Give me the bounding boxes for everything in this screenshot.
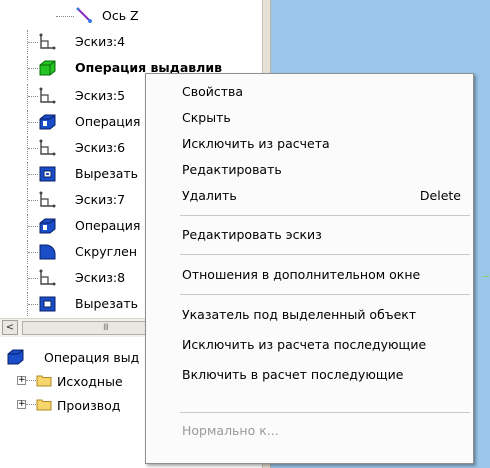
menu-item-exclude[interactable]: Исключить из расчета (146, 131, 473, 155)
tree-item-label: Эскиз:7 (75, 192, 126, 207)
tree-item-label: Эскиз:6 (75, 140, 126, 155)
extrude-operation-icon (39, 114, 56, 130)
sketch-icon (39, 191, 56, 208)
context-menu: Свойства Скрыть Исключить из расчета Ред… (145, 73, 474, 464)
tree-item-sketch-4[interactable]: Эскиз:4 (0, 30, 262, 54)
axis-z-icon (76, 7, 92, 23)
menu-separator (180, 254, 470, 255)
menu-item-label: Скрыть (182, 110, 231, 125)
tree-item-label: Вырезать (75, 296, 139, 311)
menu-item-hide[interactable]: Скрыть (146, 105, 473, 129)
fillet-icon (39, 244, 56, 260)
menu-item-edit-sketch[interactable]: Редактировать эскиз (146, 222, 473, 246)
scroll-thumb[interactable]: III (22, 321, 148, 335)
menu-item-label: Свойства (182, 84, 244, 99)
sketch-icon (39, 33, 56, 50)
cut-operation-icon (39, 166, 56, 182)
folder-label: Исходные (57, 374, 123, 389)
tree-item-label: Вырезать (75, 166, 139, 181)
tree-item-label: Эскиз:5 (75, 88, 126, 103)
menu-item-normal-to[interactable]: Нормально к... (146, 418, 473, 442)
tree-item-label: Операция (75, 218, 141, 233)
menu-item-edit[interactable]: Редактировать (146, 157, 473, 181)
tree-item-label: Скруглен (75, 244, 138, 259)
scroll-grip: III (103, 323, 109, 333)
menu-item-label: Нормально к... (182, 423, 279, 438)
menu-item-properties[interactable]: Свойства (146, 79, 473, 103)
menu-item-label: Включить в расчет последующие (182, 367, 404, 382)
tree-item-axis-z[interactable]: Ось Z (0, 4, 262, 28)
folder-label: Производ (57, 398, 121, 413)
tree-item-label: Эскиз:8 (75, 270, 126, 285)
menu-item-label: Исключить из расчета (182, 136, 330, 151)
tree-item-label: Ось Z (102, 8, 139, 23)
menu-separator (180, 215, 470, 216)
sketch-icon (39, 269, 56, 286)
tree-item-label: Операция (75, 114, 141, 129)
menu-item-relations-window[interactable]: Отношения в дополнительном окне (146, 262, 473, 286)
extrude-operation-icon (7, 349, 24, 365)
extrude-operation-icon (39, 218, 56, 234)
expand-plus-icon[interactable]: + (17, 400, 26, 409)
menu-item-label: Отношения в дополнительном окне (182, 267, 421, 282)
expand-plus-icon[interactable]: + (17, 376, 26, 385)
axis-tick (483, 276, 489, 277)
menu-separator (180, 294, 470, 295)
scroll-left-arrow[interactable]: < (2, 320, 18, 335)
menu-item-delete[interactable]: Удалить Delete (146, 183, 473, 207)
menu-item-label: Редактировать (182, 162, 282, 177)
menu-separator (180, 412, 470, 413)
menu-item-label: Редактировать эскиз (182, 227, 322, 242)
sketch-icon (39, 87, 56, 104)
extrude-operation-icon (39, 60, 56, 76)
menu-item-exclude-subsequent[interactable]: Исключить из расчета последующие (146, 332, 473, 356)
menu-item-pointer-under-object[interactable]: Указатель под выделенный объект (146, 302, 473, 326)
cut-operation-icon (39, 296, 56, 312)
folder-icon (36, 399, 52, 411)
menu-item-label: Удалить (182, 188, 237, 203)
folder-icon (36, 375, 52, 387)
menu-item-label: Указатель под выделенный объект (182, 307, 417, 322)
menu-item-include-subsequent[interactable]: Включить в расчет последующие (146, 362, 473, 386)
menu-item-label: Исключить из расчета последующие (182, 337, 427, 352)
sketch-icon (39, 139, 56, 156)
bottom-operation-label: Операция выд (44, 350, 140, 365)
tree-item-label: Эскиз:4 (75, 34, 126, 49)
menu-item-shortcut: Delete (419, 188, 461, 203)
